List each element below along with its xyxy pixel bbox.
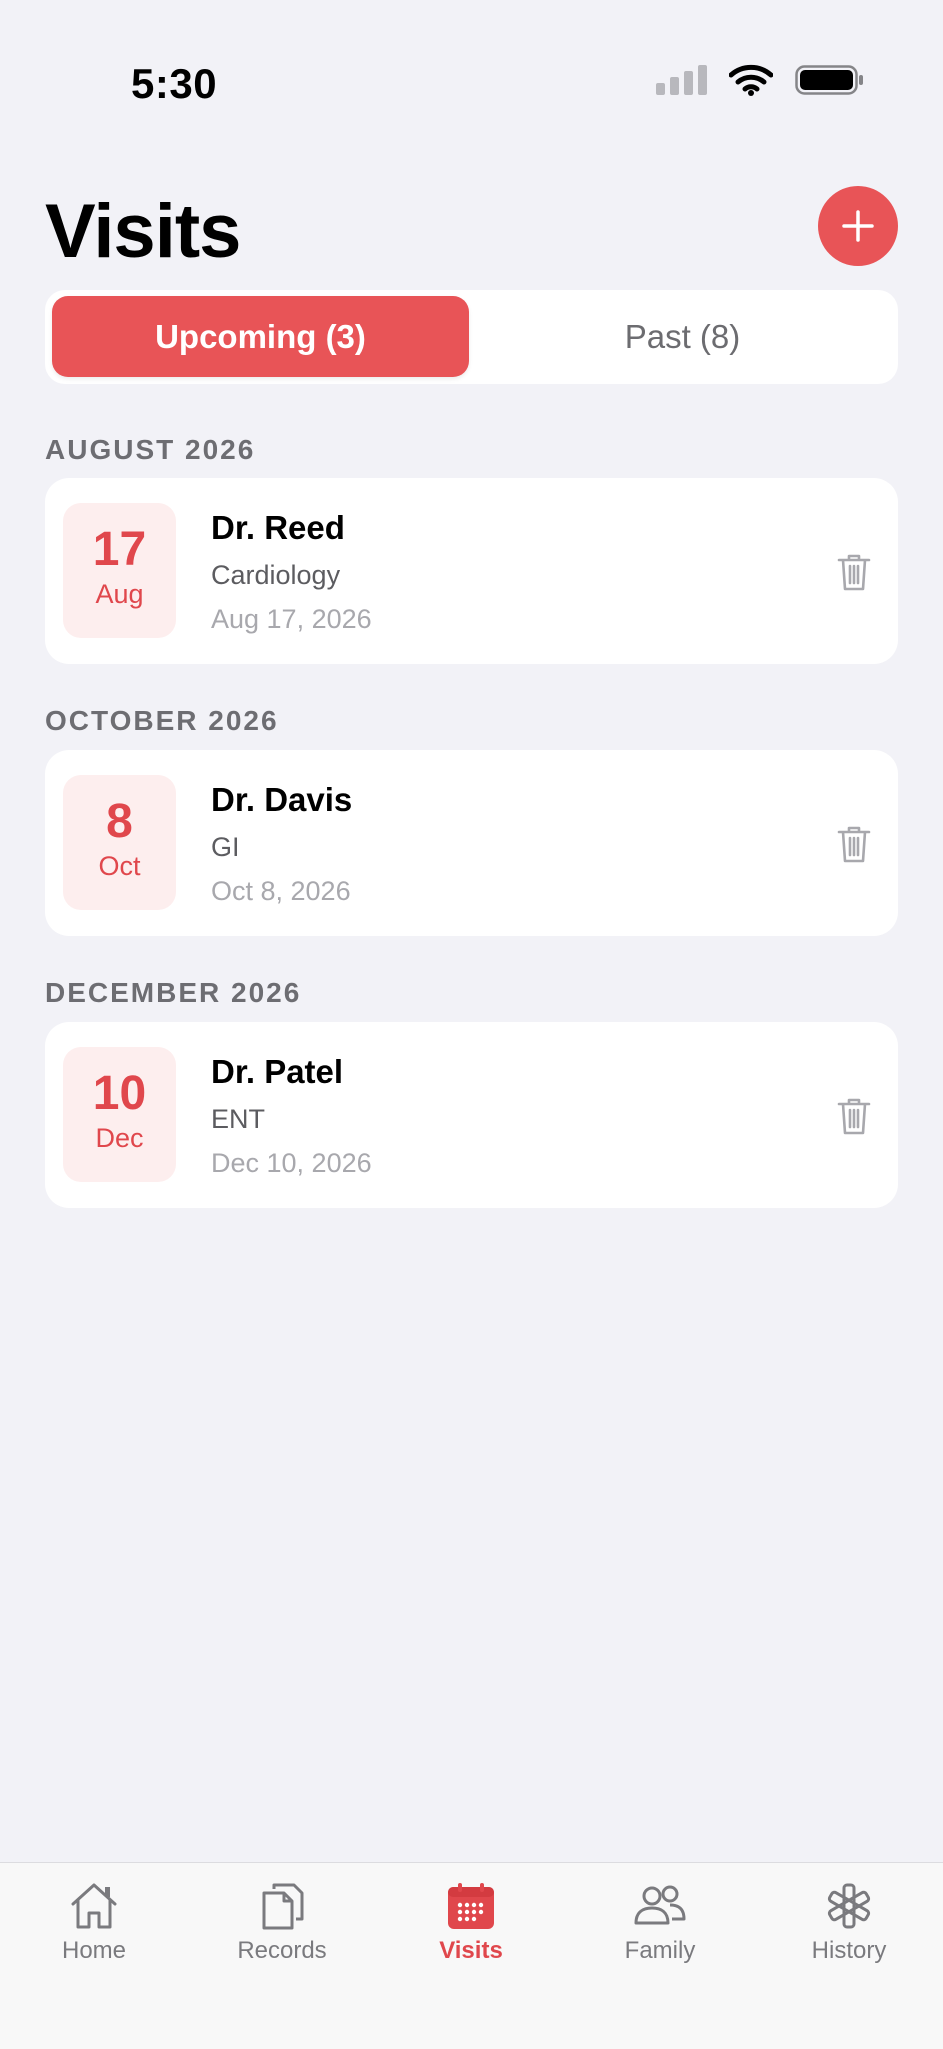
specialty: Cardiology	[211, 560, 341, 590]
trash-icon[interactable]	[836, 824, 872, 864]
add-visit-button[interactable]	[818, 186, 898, 266]
cellular-signal-icon	[656, 65, 707, 95]
visit-card[interactable]: 10 Dec Dr. Patel ENT Dec 10, 2026	[45, 1022, 898, 1208]
page-title: Visits	[45, 189, 241, 274]
visits-segmented-control: Upcoming (3) Past (8)	[45, 290, 898, 384]
date-month: Dec	[95, 1123, 144, 1153]
specialty: GI	[211, 832, 240, 862]
status-icons	[656, 64, 865, 96]
doctor-name: Dr. Davis	[211, 781, 353, 818]
trash-icon[interactable]	[836, 1096, 872, 1136]
section-header: DECEMBER 2026	[45, 977, 302, 1008]
date-badge: 8 Oct	[63, 775, 176, 910]
tab-history[interactable]: History	[755, 1863, 943, 1993]
trash-icon[interactable]	[836, 552, 872, 592]
battery-icon	[795, 65, 863, 95]
date-month: Oct	[98, 851, 141, 881]
past-segment[interactable]: Past (8)	[474, 296, 891, 377]
date-day: 10	[92, 1067, 147, 1120]
visit-card[interactable]: 8 Oct Dr. Davis GI Oct 8, 2026	[45, 750, 898, 936]
tab-label: Home	[61, 1937, 127, 1964]
section-header: AUGUST 2026	[45, 434, 256, 465]
visit-date: Oct 8, 2026	[211, 876, 351, 906]
doctor-name: Dr. Reed	[211, 509, 345, 546]
tab-visits[interactable]: Visits	[377, 1863, 565, 1993]
doctor-name: Dr. Patel	[211, 1053, 344, 1090]
tab-home[interactable]: Home	[0, 1863, 188, 1993]
calendar-icon	[448, 1883, 494, 1929]
date-month: Aug	[95, 579, 144, 609]
people-icon	[634, 1885, 686, 1925]
specialty: ENT	[211, 1104, 265, 1134]
date-day: 17	[92, 523, 147, 576]
date-badge: 17 Aug	[63, 503, 176, 638]
tab-label: Records	[237, 1937, 327, 1964]
title-row: Visits	[45, 180, 898, 280]
plus-icon	[842, 210, 874, 242]
documents-icon	[262, 1883, 304, 1930]
house-icon	[71, 1883, 117, 1929]
tab-label: Family	[624, 1937, 696, 1964]
wifi-icon	[729, 64, 773, 96]
section-header: OCTOBER 2026	[45, 705, 279, 736]
tab-label: History	[811, 1937, 887, 1964]
tab-bar: Home Records Visits Family History	[0, 1862, 943, 2049]
date-day: 8	[106, 795, 133, 848]
upcoming-segment[interactable]: Upcoming (3)	[52, 296, 469, 377]
visit-card[interactable]: 17 Aug Dr. Reed Cardiology Aug 17, 2026	[45, 478, 898, 664]
tab-family[interactable]: Family	[566, 1863, 754, 1993]
status-time: 5:30	[131, 60, 218, 107]
date-badge: 10 Dec	[63, 1047, 176, 1182]
visit-date: Aug 17, 2026	[211, 604, 372, 634]
status-bar: 5:30	[0, 0, 943, 130]
medical-star-icon	[827, 1883, 871, 1929]
visit-date: Dec 10, 2026	[211, 1148, 372, 1178]
tab-records[interactable]: Records	[188, 1863, 376, 1993]
tab-label: Visits	[439, 1937, 503, 1964]
